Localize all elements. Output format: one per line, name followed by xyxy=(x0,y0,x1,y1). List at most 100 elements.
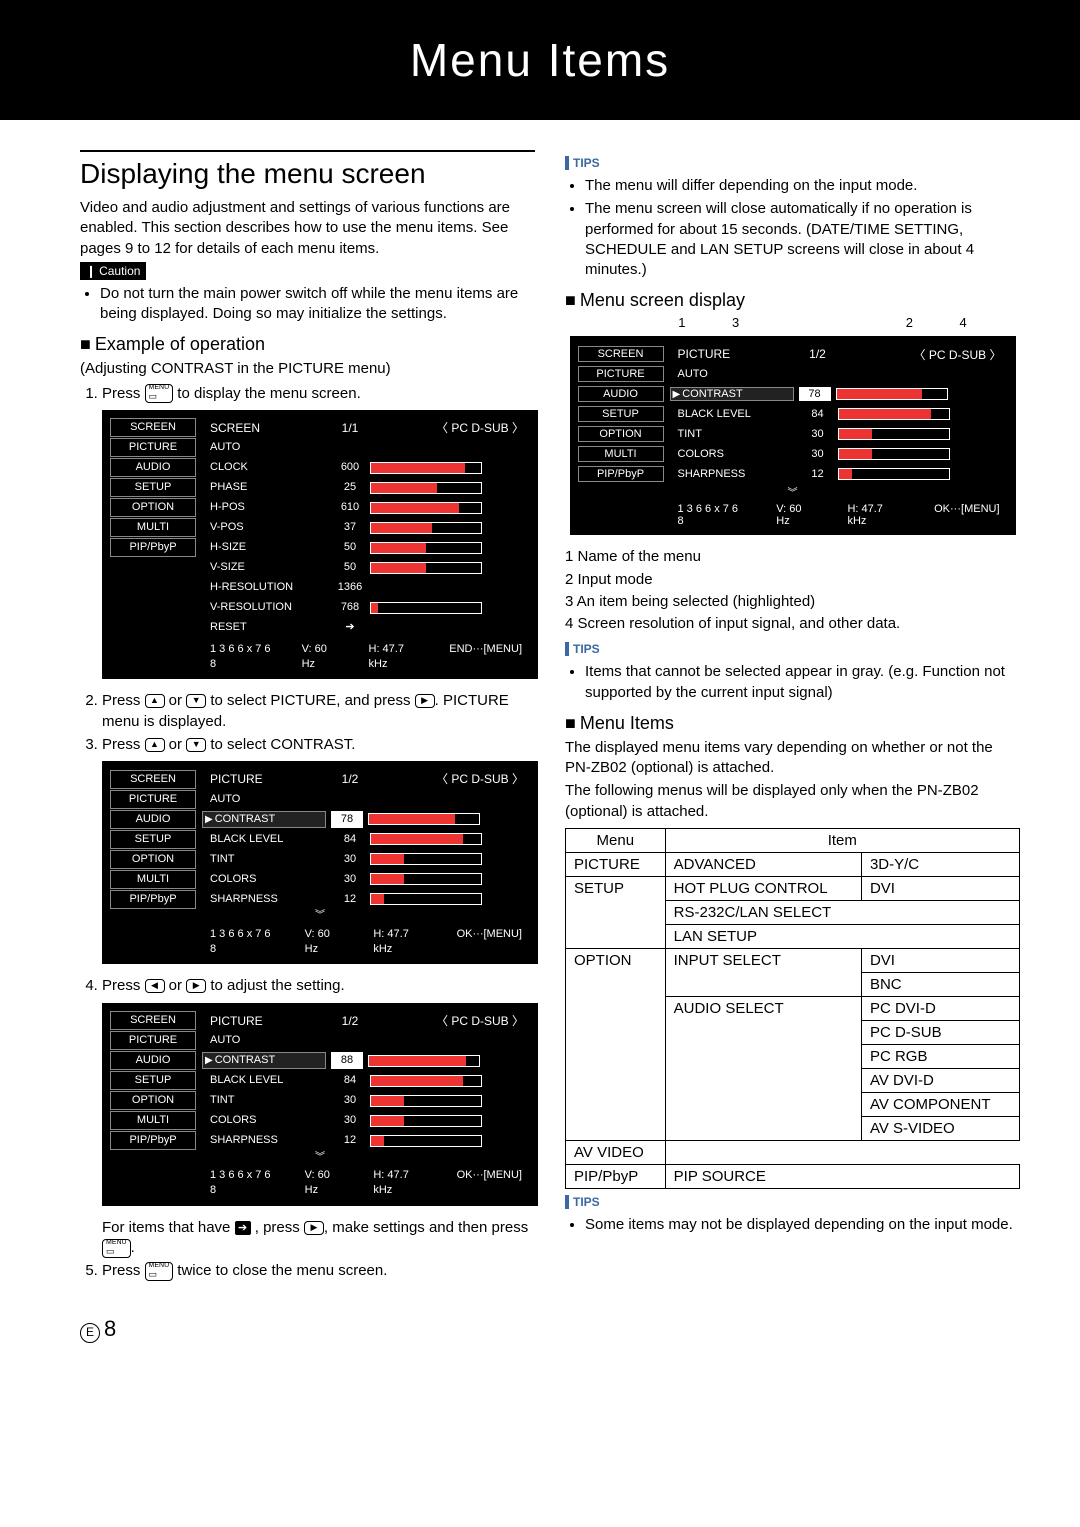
legend-pointers: 1 3 2 4 xyxy=(655,315,990,330)
items-p2: The following menus will be displayed on… xyxy=(565,781,1020,822)
menu-display-heading: Menu screen display xyxy=(565,290,1020,311)
osd-item-value: 30 xyxy=(798,428,838,440)
osd-item-label: COLORS xyxy=(202,1113,330,1128)
osd-item-label: H-POS xyxy=(202,500,330,515)
osd-input-mode: 〈 PC D-SUB 〉 xyxy=(370,1013,530,1029)
osd-item-value: 30 xyxy=(330,852,370,867)
osd-item-value: 84 xyxy=(330,1073,370,1088)
osd-sidebar-item: SCREEN xyxy=(578,346,664,362)
intro-text: Video and audio adjustment and settings … xyxy=(80,198,535,259)
enter-note: For items that have ➔ , press ▶, make se… xyxy=(102,1218,535,1259)
osd-title: PICTURE xyxy=(202,1013,330,1029)
osd-item-label: AUTO xyxy=(202,1033,330,1048)
osd-slider xyxy=(838,408,950,420)
osd-sidebar-item: PIP/PbyP xyxy=(578,466,664,482)
osd-sidebar-item: OPTION xyxy=(110,498,196,517)
down-button-icon: ▼ xyxy=(186,694,206,708)
caution-text: Do not turn the main power switch off wh… xyxy=(100,284,535,325)
osd-item-label: SHARPNESS xyxy=(202,1133,330,1148)
osd-item-value: 50 xyxy=(330,540,370,555)
menu-button-icon: MENU▭ xyxy=(145,1262,174,1281)
enter-icon: ➔ xyxy=(235,1221,251,1235)
osd-item-label: ▶CONTRAST xyxy=(202,811,326,828)
right-button-icon: ▶ xyxy=(415,694,435,708)
chevron-down-icon: ︾ xyxy=(110,909,530,923)
osd-slider xyxy=(370,1135,482,1147)
osd-sidebar-item: MULTI xyxy=(110,1111,196,1130)
osd-slider xyxy=(836,388,948,400)
osd-item-label: H-SIZE xyxy=(202,540,330,555)
osd-status-bar: 1 3 6 6 x 7 6 8V: 60 HzH: 47.7 kHzOK···[… xyxy=(578,499,1008,527)
right-column: TIPS The menu will differ depending on t… xyxy=(565,150,1020,1286)
osd-sidebar-item: PICTURE xyxy=(110,438,196,457)
osd-item-value: 84 xyxy=(330,832,370,847)
osd-page: 1/2 xyxy=(330,1013,370,1029)
osd-slider xyxy=(370,602,482,614)
page-number: E8 xyxy=(0,1306,1080,1363)
section-heading: Displaying the menu screen xyxy=(80,150,535,190)
tips-list-2: Items that cannot be selected appear in … xyxy=(565,662,1020,703)
osd-item-value: 88 xyxy=(331,1052,363,1069)
left-column: Displaying the menu screen Video and aud… xyxy=(80,150,535,1286)
table-row: AV VIDEO xyxy=(566,1140,1020,1164)
osd-sidebar-item: AUDIO xyxy=(110,810,196,829)
osd-item-value: 12 xyxy=(330,1133,370,1148)
osd-item-value: 30 xyxy=(330,1093,370,1108)
list-item: Items that cannot be selected appear in … xyxy=(585,662,1020,703)
osd-item-label: SHARPNESS xyxy=(202,892,330,907)
osd-item-value: 12 xyxy=(798,468,838,480)
right-button-icon: ▶ xyxy=(304,1221,324,1235)
up-button-icon: ▲ xyxy=(145,694,165,708)
osd-item-label: ▶CONTRAST xyxy=(202,1052,326,1069)
osd-item-value: 12 xyxy=(330,892,370,907)
osd-item-value: 1366 xyxy=(330,580,370,595)
osd-slider xyxy=(370,502,482,514)
osd-sidebar-item: SETUP xyxy=(110,478,196,497)
menu-button-icon: MENU▭ xyxy=(145,384,174,403)
osd-slider xyxy=(838,428,950,440)
osd-item-label: BLACK LEVEL xyxy=(202,1073,330,1088)
osd-title: SCREEN xyxy=(202,420,330,436)
osd-sidebar-item: OPTION xyxy=(110,1091,196,1110)
osd-sidebar-item: AUDIO xyxy=(110,1051,196,1070)
region-e-icon: E xyxy=(80,1323,100,1343)
osd-sidebar-item: OPTION xyxy=(110,850,196,869)
osd-item-label: BLACK LEVEL xyxy=(202,832,330,847)
osd-item-value: 610 xyxy=(330,500,370,515)
osd-slider xyxy=(370,833,482,845)
osd-item-label: V-RESOLUTION xyxy=(202,600,330,615)
osd-slider xyxy=(838,468,950,480)
osd-item-label: AUTO xyxy=(202,440,330,455)
osd-slider xyxy=(370,462,482,474)
osd-item-value: 30 xyxy=(330,1113,370,1128)
osd-sidebar-item: AUDIO xyxy=(578,386,664,402)
menu-button-icon: MENU▭ xyxy=(102,1239,131,1258)
osd-item-label: TINT xyxy=(202,1093,330,1108)
table-header: Menu xyxy=(566,828,666,852)
osd-item-label: SHARPNESS xyxy=(670,468,798,480)
osd-status-bar: 1 3 6 6 x 7 6 8V: 60 HzH: 47.7 kHzOK···[… xyxy=(110,923,530,957)
osd-status-bar: 1 3 6 6 x 7 6 8V: 60 HzH: 47.7 kHzEND···… xyxy=(110,638,530,672)
example-sub: (Adjusting CONTRAST in the PICTURE menu) xyxy=(80,359,535,379)
osd-sidebar-item: SCREEN xyxy=(110,770,196,789)
osd-item-value: 30 xyxy=(330,872,370,887)
osd-item-label: COLORS xyxy=(202,872,330,887)
tips-label: TIPS xyxy=(565,156,600,170)
osd-item-label: COLORS xyxy=(670,448,798,460)
osd-item-label: H-RESOLUTION xyxy=(202,580,330,595)
osd-sidebar-item: PICTURE xyxy=(110,1031,196,1050)
osd-item-label: AUTO xyxy=(670,368,798,380)
osd-sidebar-item: SETUP xyxy=(578,406,664,422)
osd-input-mode: 〈 PC D-SUB 〉 xyxy=(370,771,530,787)
osd-page: 1/1 xyxy=(330,420,370,436)
osd-item-value: 25 xyxy=(330,480,370,495)
osd-item-label: V-POS xyxy=(202,520,330,535)
osd-panel: SCREENPICTURE1/2〈 PC D-SUB 〉PICTUREAUTOA… xyxy=(570,336,1016,535)
items-p1: The displayed menu items vary depending … xyxy=(565,738,1020,779)
osd-panel: SCREENPICTURE1/2〈 PC D-SUB 〉PICTUREAUTOA… xyxy=(102,761,538,964)
osd-sidebar-item: PIP/PbyP xyxy=(110,538,196,557)
tips-label: TIPS xyxy=(565,1195,600,1209)
osd-slider xyxy=(838,448,950,460)
table-row: SETUPHOT PLUG CONTROLDVI xyxy=(566,876,1020,900)
example-heading: Example of operation xyxy=(80,334,535,355)
